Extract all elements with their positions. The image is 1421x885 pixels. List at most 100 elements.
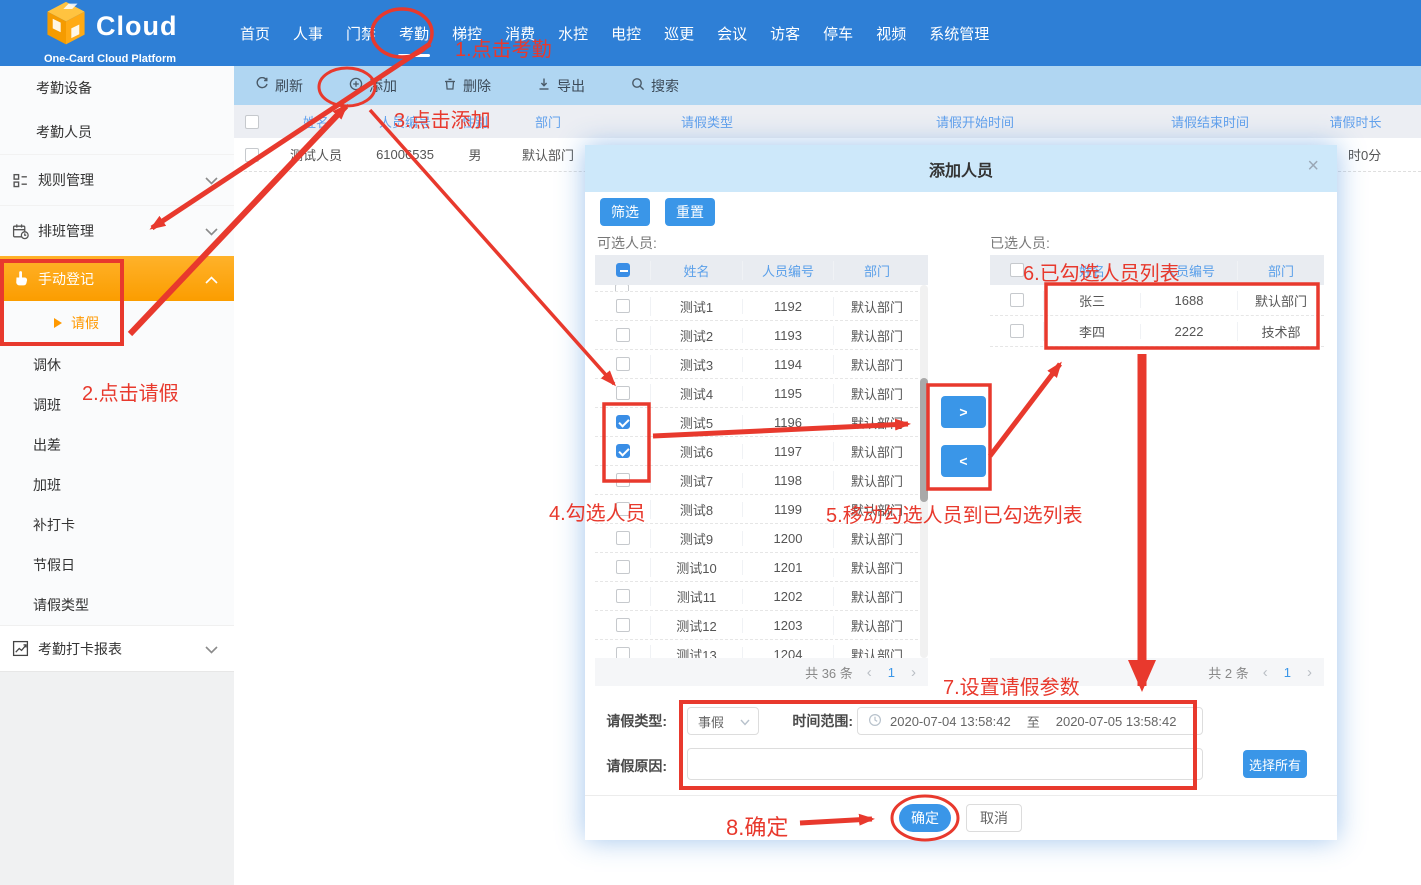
sidebar-item-holiday[interactable]: 节假日	[0, 545, 234, 585]
sidebar-item-leave[interactable]: 请假	[0, 301, 234, 345]
chevron-down-icon	[205, 172, 218, 188]
list-item[interactable]: 测试8 1199 默认部门	[595, 495, 928, 524]
partial-row	[595, 285, 928, 292]
search-button[interactable]: 搜索	[631, 76, 679, 96]
nav-item[interactable]: 会议	[715, 0, 749, 66]
main-table-header: 姓名 人员编号 性别 部门 请假类型 请假开始时间 请假结束时间 请假时长	[234, 105, 1421, 138]
row-checkbox[interactable]	[616, 415, 630, 429]
filter-button[interactable]: 筛选	[600, 198, 650, 226]
sidebar-group-schedule[interactable]: 排班管理	[0, 205, 234, 256]
row-checkbox[interactable]	[245, 148, 259, 162]
row-checkbox[interactable]	[616, 647, 630, 658]
hand-icon	[12, 270, 32, 288]
move-right-button[interactable]: >	[941, 396, 986, 428]
list-item[interactable]: 测试13 1204 默认部门	[595, 640, 928, 658]
next-page-icon[interactable]: ›	[907, 664, 920, 681]
list-item[interactable]: 测试12 1203 默认部门	[595, 611, 928, 640]
select-all-checkbox[interactable]	[616, 263, 630, 277]
select-all-checkbox[interactable]	[1010, 263, 1024, 277]
sidebar-group-report[interactable]: 考勤打卡报表	[0, 625, 234, 671]
delete-button[interactable]: 删除	[443, 76, 491, 96]
sidebar-item-shift[interactable]: 调班	[0, 385, 234, 425]
plus-circle-icon	[349, 77, 363, 94]
to-label: 至	[1027, 712, 1040, 731]
nav-item[interactable]: 系统管理	[927, 0, 991, 66]
sidebar-item-attendance-person[interactable]: 考勤人员	[0, 110, 234, 154]
cancel-button[interactable]: 取消	[966, 804, 1022, 832]
select-all-checkbox[interactable]	[245, 115, 259, 129]
move-left-button[interactable]: <	[941, 445, 986, 477]
column-header: 请假结束时间	[1130, 112, 1290, 131]
list-item[interactable]: 测试10 1201 默认部门	[595, 553, 928, 582]
list-item[interactable]: 测试11 1202 默认部门	[595, 582, 928, 611]
leave-type-select[interactable]: 事假	[687, 707, 759, 735]
row-checkbox[interactable]	[616, 444, 630, 458]
sidebar-item-leave-type[interactable]: 请假类型	[0, 585, 234, 625]
page-number[interactable]: 1	[886, 665, 897, 680]
row-checkbox[interactable]	[1010, 324, 1024, 338]
selected-rows: 张三 1688 默认部门 李四 2222 技术部	[990, 285, 1324, 347]
row-checkbox[interactable]	[616, 386, 630, 400]
list-item[interactable]: 李四 2222 技术部	[990, 316, 1324, 347]
row-checkbox[interactable]	[1010, 293, 1024, 307]
list-item[interactable]: 测试5 1196 默认部门	[595, 408, 928, 437]
column-header: 人员编号	[362, 112, 448, 131]
list-item[interactable]: 测试9 1200 默认部门	[595, 524, 928, 553]
dialog-title: 添加人员	[929, 157, 993, 181]
nav-item[interactable]: 停车	[821, 0, 855, 66]
row-checkbox[interactable]	[616, 560, 630, 574]
list-item[interactable]: 测试6 1197 默认部门	[595, 437, 928, 466]
time-range-picker[interactable]: 2020-07-04 13:58:42 至 2020-07-05 13:58:4…	[857, 707, 1203, 735]
list-item[interactable]: 张三 1688 默认部门	[990, 285, 1324, 316]
sidebar-group-rules[interactable]: 规则管理	[0, 154, 234, 205]
list-item[interactable]: 测试1 1192 默认部门	[595, 292, 928, 321]
export-button[interactable]: 导出	[537, 76, 585, 96]
row-checkbox[interactable]	[616, 531, 630, 545]
list-item[interactable]: 测试4 1195 默认部门	[595, 379, 928, 408]
row-checkbox[interactable]	[616, 473, 630, 487]
prev-page-icon[interactable]: ‹	[1259, 664, 1272, 681]
sidebar-group-manual-register[interactable]: 手动登记	[0, 256, 234, 301]
leave-reason-input[interactable]	[687, 748, 1203, 780]
nav-item[interactable]: 考勤	[397, 0, 431, 66]
ok-button[interactable]: 确定	[899, 804, 951, 832]
row-checkbox[interactable]	[616, 589, 630, 603]
scrollbar-thumb[interactable]	[920, 378, 928, 502]
row-checkbox[interactable]	[616, 357, 630, 371]
next-page-icon[interactable]: ›	[1303, 664, 1316, 681]
page-number[interactable]: 1	[1282, 665, 1293, 680]
nav-item[interactable]: 巡更	[662, 0, 696, 66]
sidebar-item-overtime[interactable]: 加班	[0, 465, 234, 505]
sidebar-item-rest[interactable]: 调休	[0, 345, 234, 385]
nav-item[interactable]: 人事	[291, 0, 325, 66]
nav-item[interactable]: 访客	[768, 0, 802, 66]
end-time: 2020-07-05 13:58:42	[1056, 714, 1177, 729]
download-icon	[537, 77, 551, 94]
row-checkbox[interactable]	[616, 299, 630, 313]
sidebar-item-business-trip[interactable]: 出差	[0, 425, 234, 465]
sidebar-item-makeup-punch[interactable]: 补打卡	[0, 505, 234, 545]
refresh-button[interactable]: 刷新	[255, 76, 303, 96]
column-header: 姓名	[270, 112, 362, 131]
sidebar-item-attendance-device[interactable]: 考勤设备	[0, 66, 234, 110]
row-checkbox[interactable]	[616, 328, 630, 342]
add-button[interactable]: 添加	[349, 76, 397, 96]
start-time: 2020-07-04 13:58:42	[890, 714, 1011, 729]
select-all-button[interactable]: 选择所有	[1243, 750, 1307, 778]
nav-item[interactable]: 电控	[609, 0, 643, 66]
reset-button[interactable]: 重置	[665, 198, 715, 226]
nav-item[interactable]: 门禁	[344, 0, 378, 66]
nav-item[interactable]: 水控	[556, 0, 590, 66]
list-item[interactable]: 测试2 1193 默认部门	[595, 321, 928, 350]
nav-item[interactable]: 视频	[874, 0, 908, 66]
list-item[interactable]: 测试7 1198 默认部门	[595, 466, 928, 495]
prev-page-icon[interactable]: ‹	[863, 664, 876, 681]
close-icon[interactable]: ×	[1307, 156, 1319, 176]
nav-item[interactable]: 首页	[238, 0, 272, 66]
list-item[interactable]: 测试3 1194 默认部门	[595, 350, 928, 379]
row-checkbox[interactable]	[616, 502, 630, 516]
nav-item[interactable]: 消费	[503, 0, 537, 66]
nav-item[interactable]: 梯控	[450, 0, 484, 66]
row-checkbox[interactable]	[616, 618, 630, 632]
available-table-body: 测试1 1192 默认部门 测试2 1193 默认部门 测试3 1194	[595, 285, 928, 658]
